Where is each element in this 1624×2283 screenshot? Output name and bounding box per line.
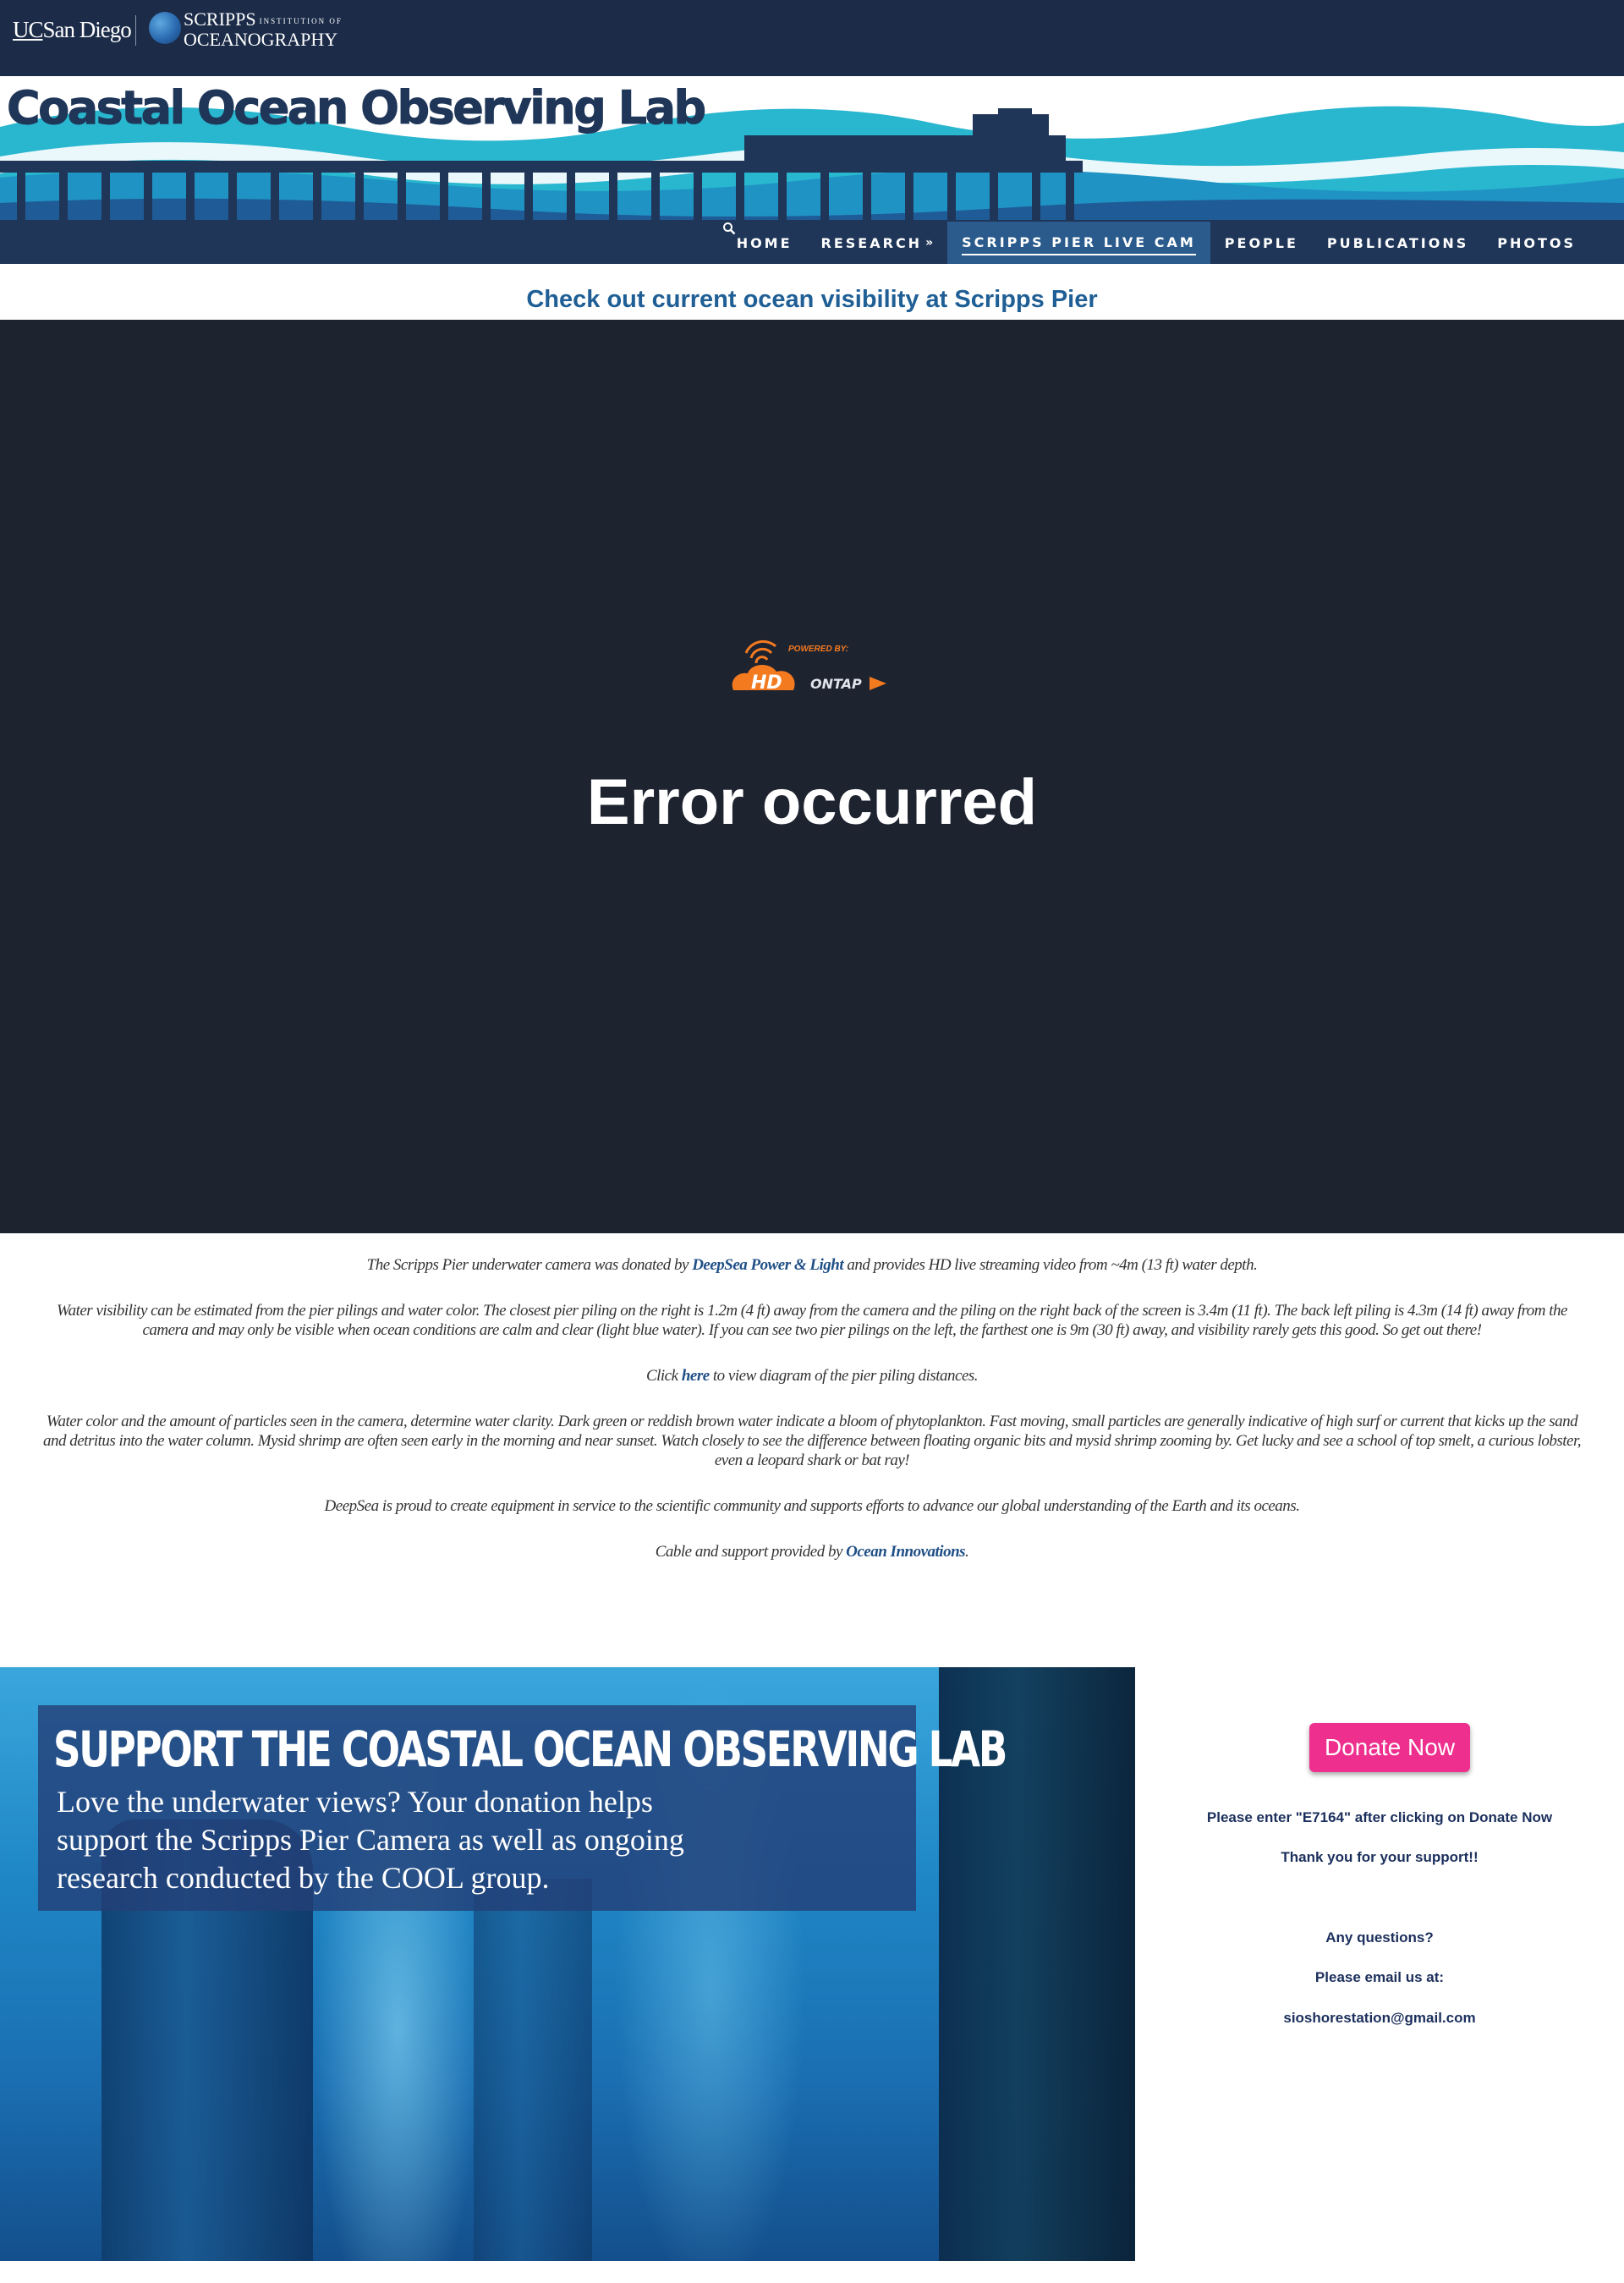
donation-underwater-image: SUPPORT THE COASTAL OCEAN OBSERVING LAB … [0,1667,1135,2261]
email-prompt: Please email us at: [1314,1969,1445,1985]
nav-publications-label: PUBLICATIONS [1326,234,1469,251]
donation-panel-title: SUPPORT THE COASTAL OCEAN OBSERVING LAB [53,1720,1007,1778]
video-error-message: Error occurred [586,766,1038,838]
description-p1-text: The Scripps Pier underwater camera was d… [366,1256,693,1274]
nav-people-label: PEOPLE [1224,234,1298,251]
hd-brand-label: HD [751,672,782,694]
chevron-down-icon: » [925,236,934,250]
nav-research-label: RESEARCH [820,234,923,251]
description-p6-text-end: . [965,1543,969,1561]
scripps-globe-icon [149,12,181,44]
search-icon[interactable] [722,222,1624,264]
scripps-logo-line2: OCEANOGRAPHY [184,28,338,50]
nav-people[interactable]: PEOPLE [1210,222,1313,264]
site-title[interactable]: Coastal Ocean Observing Lab [7,81,707,135]
nav-photos-label: PHOTOS [1497,234,1576,251]
description-p1-text-end: and provides HD live streaming video fro… [843,1256,1258,1274]
piling-diagram-link[interactable]: here [682,1367,710,1385]
nav-home-label: HOME [736,234,793,251]
nav-live-cam-label: SCRIPPS PIER LIVE CAM [962,231,1196,255]
camera-description: The Scripps Pier underwater camera was d… [42,1255,1582,1588]
contact-email-link[interactable]: sioshorestation@gmail.com [1135,2010,1624,2027]
top-bar: UCSan Diego SCRIPPS INSTITUTION OF OCEANO… [0,0,1624,76]
description-paragraph-6: Cable and support provided by Ocean Inno… [42,1542,1582,1561]
underwater-piling [474,1879,592,2261]
logo-divider [135,15,136,46]
donation-message-panel: SUPPORT THE COASTAL OCEAN OBSERVING LAB … [38,1705,1007,1911]
description-paragraph-1: The Scripps Pier underwater camera was d… [42,1255,1582,1275]
description-p6-text: Cable and support provided by [655,1543,847,1561]
donate-now-button[interactable]: Donate Now [1309,1723,1470,1772]
video-player[interactable]: POWERED BY: HD ONTAP Error occurred [0,320,1624,1233]
description-p3-text-end: to view diagram of the pier piling dista… [709,1367,979,1385]
description-p3-text: Click [645,1367,682,1385]
nav-scripps-pier-live-cam[interactable]: SCRIPPS PIER LIVE CAM [947,222,1210,264]
donation-instruction: Please enter "E7164" after clicking on D… [1206,1809,1553,1825]
description-paragraph-4: Water color and the amount of particles … [42,1413,1582,1469]
scripps-logo-small: INSTITUTION OF [259,16,343,25]
description-paragraph-2: Water visibility can be estimated from t… [57,1302,1567,1339]
donation-sidebar: Donate Now Please enter "E7164" after cl… [1135,1667,1624,2261]
ontap-brand-label: ONTAP [810,676,862,692]
nav-publications[interactable]: PUBLICATIONS [1313,222,1483,264]
nav-photos[interactable]: PHOTOS [1483,222,1590,264]
description-paragraph-5: DeepSea is proud to create equipment in … [324,1497,1300,1515]
scripps-logo[interactable]: SCRIPPS INSTITUTION OF OCEANOGRAPHY [184,10,343,49]
donation-panel-text: Love the underwater views? Your donation… [57,1785,684,1895]
description-paragraph-3: Click here to view diagram of the pier p… [42,1366,1582,1386]
donation-thanks: Thank you for your support!! [1281,1849,1479,1865]
ucsd-logo-uc: UC [13,17,44,42]
scripps-logo-line1: SCRIPPS [184,8,256,30]
live-cam-heading: Check out current ocean visibility at Sc… [526,286,1098,313]
hdontap-logo: POWERED BY: HD ONTAP [729,629,898,705]
questions-label: Any questions? [1325,1929,1434,1945]
ocean-innovations-link[interactable]: Ocean Innovations [846,1543,965,1561]
ucsd-logo-text: San Diego [42,17,132,42]
powered-by-label: POWERED BY: [788,645,848,654]
main-nav: HOME RESEARCH» SCRIPPS PIER LIVE CAM PEO… [722,222,1624,264]
site-banner: Coastal Ocean Observing Lab HOME RESEARC… [0,76,1624,264]
nav-research[interactable]: RESEARCH» [807,222,948,264]
ucsd-logo[interactable]: UCSan Diego [13,17,132,43]
deepsea-link[interactable]: DeepSea Power & Light [692,1256,843,1274]
